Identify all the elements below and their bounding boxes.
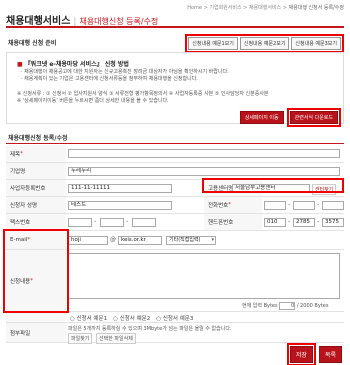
label-company: 기업명: [6, 163, 66, 179]
email-select-value: 기타(직접입력): [169, 237, 201, 243]
fax-part2-input[interactable]: [100, 218, 124, 227]
phone-part1-input[interactable]: [264, 201, 286, 210]
guide-notes: ※ 신청서류 : ① 신청서 ② 입사지원서 양식 ③ 서류전형 평가항목정의서…: [17, 91, 269, 105]
label-title-text: 제목: [10, 151, 21, 158]
row-attach: 첨부파일 파일은 5개까지 등록하실 수 있으며 3Mbyte가 넘는 파일은 …: [6, 323, 344, 344]
label-mobile: 핸드폰번호: [204, 214, 262, 230]
example2-button[interactable]: 신청내용 예문2보기: [239, 37, 290, 50]
required-mark: *: [228, 202, 231, 208]
label-mobile-text: 핸드폰번호: [208, 220, 234, 226]
mobile-part1-input[interactable]: 010: [264, 218, 286, 227]
dash: -: [126, 218, 129, 225]
guide-lines: · 채용대행이 채용공고에 대한 지원자는 신규고용촉진 장려금 대상자가 아님…: [21, 69, 229, 83]
guide-title-text: 『워크넷 e-채용마당 서비스』 신청 방법: [24, 61, 129, 68]
title-input[interactable]: [68, 149, 340, 158]
label-phone: 전화번호 *: [204, 197, 262, 213]
title-separator: |: [73, 17, 77, 27]
save-button[interactable]: 저장: [289, 346, 313, 363]
label-attach-text: 첨부파일: [10, 330, 31, 337]
list-button[interactable]: 목록: [318, 346, 342, 363]
page-subtitle: 채용대행신청 등록/수정: [79, 17, 159, 26]
dash: -: [288, 201, 291, 208]
email-domain-select[interactable]: 기타(직접입력) ▾: [166, 236, 216, 245]
dash: -: [317, 201, 320, 208]
guide-header: 채용대행 신청 준비 신청내용 예문1보기 신청내용 예문2보기 신청내용 예문…: [6, 34, 344, 53]
guide-line-1: · 채용대행이 채용공고에 대한 지원자는 신규고용촉진 장려금 대상자가 아님…: [21, 69, 229, 75]
breadcrumb-item[interactable]: 기업회원서비스: [209, 5, 241, 11]
email-at: @: [110, 236, 116, 243]
mobile-part3-input[interactable]: 3575: [322, 218, 344, 227]
bullet-icon: ■: [17, 61, 23, 68]
delete-file-button[interactable]: 선택한 파일삭제: [96, 333, 136, 344]
radio-example1-label: 신청서 예문1: [76, 316, 108, 322]
counter-max: / 2000 Bytes: [296, 303, 329, 309]
detail-page-button[interactable]: 상세페이지 이동: [239, 111, 284, 124]
label-bizno: 사업자등록번호: [6, 180, 66, 196]
breadcrumb-current: 채용대행 신청서 등록/수정: [288, 5, 344, 11]
row-applicant: 신청자 성명 테스트 전화번호 * - -: [6, 197, 344, 214]
guide-buttons: 상세페이지 이동 관련서식 다운로드: [239, 108, 341, 127]
label-phone-text: 전화번호: [208, 203, 229, 209]
guide-box: ■ 『워크넷 e-채용마당 서비스』 신청 방법 · 채용대행이 채용공고에 대한…: [6, 52, 344, 127]
guide-note-2: ※ '상세페이지이동' 버튼을 누르시면 좀더 상세한 내용을 볼 수 있습니다…: [17, 98, 169, 104]
example-buttons-group: 신청내용 예문1보기 신청내용 예문2보기 신청내용 예문3보기: [185, 34, 344, 53]
fax-part1-input[interactable]: [68, 218, 92, 227]
email-id-input[interactable]: hoji: [68, 236, 108, 245]
email-domain-input[interactable]: keis.or.kr: [118, 236, 162, 245]
phone-part2-input[interactable]: [293, 201, 315, 210]
label-blank: [6, 312, 66, 322]
guide-note-1: ※ 신청서류 : ① 신청서 ② 입사지원서 양식 ③ 서류전형 평가항목정의서…: [17, 91, 269, 97]
bottom-buttons: 저장 목록: [286, 343, 342, 365]
breadcrumb-item[interactable]: 채용대행서비스: [249, 5, 281, 11]
dash: -: [317, 218, 320, 225]
page-title: 채용대행서비스: [6, 16, 71, 27]
counter-label: 현재 입력 Bytes: [242, 303, 278, 309]
label-fax: 팩스번호: [6, 214, 66, 230]
guide-title: ■ 『워크넷 e-채용마당 서비스』 신청 방법: [17, 59, 129, 68]
form-header: 채용대행신청 등록/수정: [6, 133, 344, 144]
label-attach: 첨부파일: [6, 323, 66, 342]
label-company-text: 기업명: [10, 169, 26, 175]
guide-section-label: 채용대행 신청 준비: [8, 40, 57, 47]
example-radio-group: ○ 신청서 예문1 ○ 신청서 예문2 ○ 신청서 예문3: [70, 314, 193, 322]
phone-part3-input[interactable]: [322, 201, 344, 210]
download-highlight: 관련서식 다운로드: [286, 108, 341, 127]
mobile-part2-input[interactable]: 2785: [293, 218, 315, 227]
example3-button[interactable]: 신청내용 예문3보기: [291, 37, 341, 50]
byte-counter: 현재 입력 Bytes 0 / 2000 Bytes: [242, 302, 328, 310]
applicant-input[interactable]: 테스트: [68, 201, 172, 210]
label-title: 제목 *: [6, 145, 66, 162]
required-mark: *: [20, 150, 23, 157]
fax-part3-input[interactable]: [132, 218, 156, 227]
company-input[interactable]: 두레누리: [68, 167, 340, 176]
label-applicant-text: 신청자 성명: [10, 203, 38, 209]
breadcrumb: Home > 기업회원서비스 > 채용대행서비스 > 채용대행 신청서 등록/수…: [187, 5, 344, 11]
radio-example3-label: 신청서 예문3: [162, 316, 194, 322]
radio-example3[interactable]: ○ 신청서 예문3: [156, 314, 193, 322]
label-fax-text: 팩스번호: [10, 220, 31, 226]
row-title: 제목 *: [6, 145, 344, 163]
radio-example2-label: 신청서 예문2: [119, 316, 151, 322]
label-bizno-text: 사업자등록번호: [10, 186, 46, 192]
breadcrumb-home[interactable]: Home: [187, 5, 202, 11]
dash: -: [288, 218, 291, 225]
guide-line-2: · 채용계획이 있는 기업은 고용센터에 신청서류등을 첨부하여 채용대행을 신…: [21, 76, 198, 82]
dash: -: [94, 218, 97, 225]
page-title-bar: 채용대행서비스 | 채용대행신청 등록/수정: [6, 12, 344, 28]
email-content-highlight: [3, 229, 69, 313]
save-highlight: 저장: [286, 343, 316, 365]
content-textarea[interactable]: [68, 253, 340, 299]
radio-example2[interactable]: ○ 신청서 예문2: [113, 314, 150, 322]
center-highlight: [202, 178, 344, 193]
counter-value: 0: [279, 302, 296, 310]
radio-example1[interactable]: ○ 신청서 예문1: [70, 314, 107, 322]
download-forms-button[interactable]: 관련서식 다운로드: [289, 111, 338, 124]
bizno-input[interactable]: 111-11-11111: [68, 184, 172, 193]
example1-button[interactable]: 신청내용 예문1보기: [188, 37, 238, 50]
attach-note: 파일은 5개까지 등록하실 수 있으며 3Mbyte가 넘는 파일은 올릴 수 …: [68, 326, 232, 332]
row-radios: ○ 신청서 예문1 ○ 신청서 예문2 ○ 신청서 예문3: [6, 312, 344, 323]
chevron-down-icon: ▾: [211, 237, 214, 243]
label-applicant: 신청자 성명: [6, 197, 66, 213]
find-file-button[interactable]: 파일찾기: [68, 333, 93, 344]
